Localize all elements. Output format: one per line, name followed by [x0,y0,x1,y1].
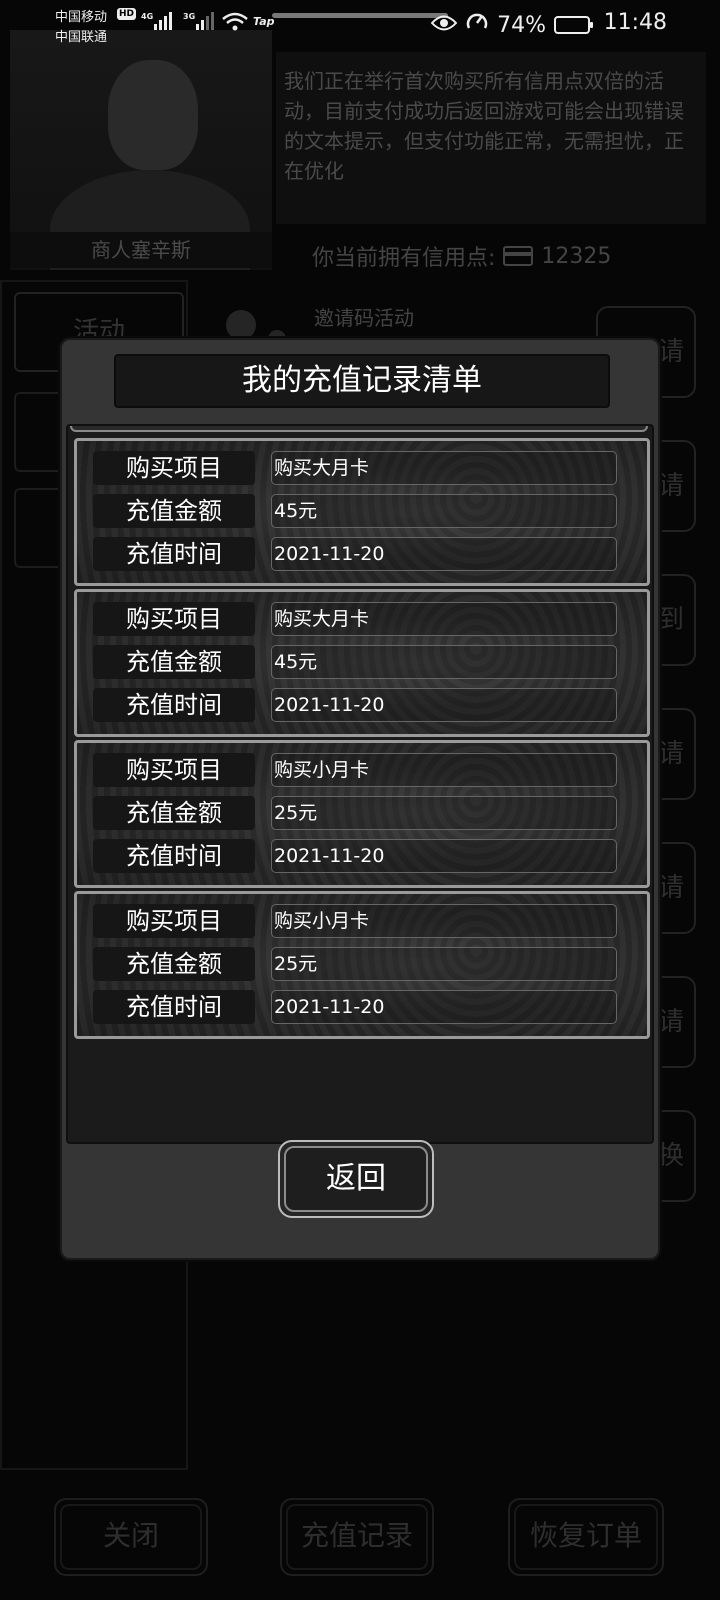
signal-icon [196,12,214,30]
network-type-2: 3G [183,12,196,21]
record-label-item: 购买项目 [93,904,255,938]
close-button[interactable]: 关闭 [54,1498,208,1576]
event-notice: 我们正在举行首次购买所有信用点双倍的活动，目前支付成功后返回游戏可能会出现错误的… [276,52,706,224]
record-card: 购买项目 购买大月卡 充值金额 45元 充值时间 2021-11-20 [74,438,650,586]
record-value-item: 购买大月卡 [271,602,617,636]
record-row-amount: 充值金额 25元 [93,947,633,981]
record-value-time: 2021-11-20 [271,688,617,722]
record-row-time: 充值时间 2021-11-20 [93,839,633,873]
record-label-amount: 充值金额 [93,947,255,981]
record-row-amount: 充值金额 45元 [93,645,633,679]
battery-percent: 74% [497,12,546,38]
record-value-item: 购买小月卡 [271,904,617,938]
dialog-title: 我的充值记录清单 [114,354,610,408]
status-icons: 74% [430,10,593,40]
back-button-label: 返回 [284,1146,428,1212]
credits-value: 12325 [541,243,612,269]
record-row-time: 充值时间 2021-11-20 [93,537,633,571]
battery-icon [554,16,593,34]
records-list[interactable]: 购买项目 购买大月卡 充值金额 45元 充值时间 2021-11-20 购买项目 购买大月卡充… [66,424,654,1144]
record-row-time: 充值时间 2021-11-20 [93,688,633,722]
record-value-amount: 45元 [271,645,617,679]
record-card: 购买项目 购买小月卡 充值金额 25元 充值时间 2021-11-20 [74,891,650,1039]
record-row-item: 购买项目 购买小月卡 [93,904,633,938]
record-value-item: 购买大月卡 [271,451,617,485]
record-card: 购买项目 购买大月卡 充值金额 45元 充值时间 2021-11-20 [74,589,650,737]
record-value-time: 2021-11-20 [271,537,617,571]
eye-icon [430,13,458,38]
credit-card-icon [503,246,534,266]
record-row-amount: 充值金额 45元 [93,494,633,528]
wifi-icon [222,12,248,36]
speed-gauge-icon [465,10,489,40]
tap-icon: Tap [253,15,275,28]
record-label-amount: 充值金额 [93,645,255,679]
credits-label: 你当前拥有信用点: [312,246,496,271]
record-label-item: 购买项目 [93,753,255,787]
carrier-2: 中国联通 [55,30,108,45]
restore-order-button[interactable]: 恢复订单 [508,1498,664,1576]
record-value-amount: 45元 [271,494,617,528]
merchant-head [108,60,198,170]
record-row-item: 购买项目 购买大月卡 [93,602,633,636]
record-label-time: 充值时间 [93,537,255,571]
record-value-amount: 25元 [271,796,617,830]
record-label-time: 充值时间 [93,990,255,1024]
record-label-amount: 充值金额 [93,494,255,528]
record-label-item: 购买项目 [93,602,255,636]
record-row-amount: 充值金额 25元 [93,796,633,830]
record-value-amount: 25元 [271,947,617,981]
carrier-1: 中国移动 [55,10,108,25]
merchant-name: 商人塞辛斯 [10,232,272,268]
record-label-item: 购买项目 [93,451,255,485]
status-bar: 中国移动 中国联通 HD 4G 3G Tap 74% 11:48 [0,0,720,48]
invite-icon [226,310,256,340]
record-card: 购买项目 购买小月卡 充值金额 25元 充值时间 2021-11-20 [74,740,650,888]
signal-icon [154,12,172,30]
network-type-1: 4G [141,12,154,21]
record-value-item: 购买小月卡 [271,753,617,787]
recharge-records-dialog: 我的充值记录清单 购买项目 购买大月卡 充值金额 45元 充值时间 2021-11-20 购… [60,338,660,1260]
record-label-time: 充值时间 [93,839,255,873]
record-label-amount: 充值金额 [93,796,255,830]
back-button[interactable]: 返回 [278,1140,434,1218]
record-row-time: 充值时间 2021-11-20 [93,990,633,1024]
invite-code-event-label: 邀请码活动 [314,306,414,330]
record-label-time: 充值时间 [93,688,255,722]
credits-display: 你当前拥有信用点: 12325 [312,240,611,272]
recharge-records-button[interactable]: 充值记录 [280,1498,434,1576]
clock: 11:48 [603,10,667,35]
record-value-time: 2021-11-20 [271,990,617,1024]
pull-handle [272,13,448,18]
hd-badge: HD [117,8,137,20]
previous-record-edge [70,426,648,432]
record-row-item: 购买项目 购买小月卡 [93,753,633,787]
record-row-item: 购买项目 购买大月卡 [93,451,633,485]
record-value-time: 2021-11-20 [271,839,617,873]
